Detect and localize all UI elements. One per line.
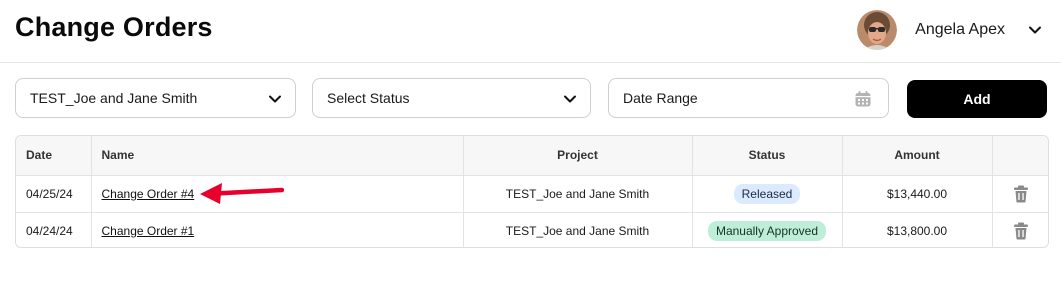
date-range-input[interactable]: Date Range [608, 78, 889, 118]
status-select-value: Select Status [327, 90, 410, 106]
row-amount: $13,800.00 [842, 212, 993, 247]
avatar[interactable] [857, 10, 898, 50]
change-order-link[interactable]: Change Order #1 [102, 224, 195, 238]
row-amount: $13,440.00 [842, 175, 993, 213]
chevron-down-icon [267, 91, 283, 107]
project-select-value: TEST_Joe and Jane Smith [30, 90, 198, 106]
trash-icon[interactable] [1013, 222, 1029, 240]
red-arrow-icon [200, 183, 284, 204]
column-header-date[interactable]: Date [16, 136, 92, 176]
date-range-value: Date Range [623, 90, 698, 106]
row-date: 04/25/24 [16, 175, 92, 213]
table-row[interactable]: 04/24/24 Change Order #1 TEST_Joe and Ja… [16, 212, 1048, 247]
user-menu[interactable]: Angela Apex [857, 10, 1043, 50]
row-project: TEST_Joe and Jane Smith [463, 212, 693, 247]
status-badge: Released [733, 183, 801, 204]
page-title: Change Orders [15, 12, 213, 42]
chevron-down-icon [562, 91, 578, 107]
add-button[interactable]: Add [907, 80, 1047, 118]
table-row[interactable]: 04/25/24 Change Order #4 TEST_Joe and Ja… [16, 175, 1048, 213]
column-header-name[interactable]: Name [91, 136, 464, 176]
change-orders-table: Date Name Project Status Amount 04/25/24… [15, 135, 1049, 248]
column-header-actions [992, 136, 1048, 176]
change-order-link[interactable]: Change Order #4 [102, 187, 195, 201]
table-header-row: Date Name Project Status Amount [16, 136, 1048, 176]
trash-icon[interactable] [1013, 185, 1029, 203]
project-select[interactable]: TEST_Joe and Jane Smith [15, 78, 296, 118]
column-header-amount[interactable]: Amount [842, 136, 993, 176]
user-name: Angela Apex [915, 21, 1005, 38]
page-header: Change Orders Angela Apex [0, 0, 1061, 63]
row-project: TEST_Joe and Jane Smith [463, 175, 693, 213]
status-select[interactable]: Select Status [312, 78, 591, 118]
column-header-project[interactable]: Project [463, 136, 693, 176]
chevron-down-icon[interactable] [1027, 22, 1043, 38]
column-header-status[interactable]: Status [692, 136, 843, 176]
calendar-icon[interactable] [854, 90, 872, 108]
status-badge: Manually Approved [707, 220, 827, 241]
row-date: 04/24/24 [16, 212, 92, 247]
